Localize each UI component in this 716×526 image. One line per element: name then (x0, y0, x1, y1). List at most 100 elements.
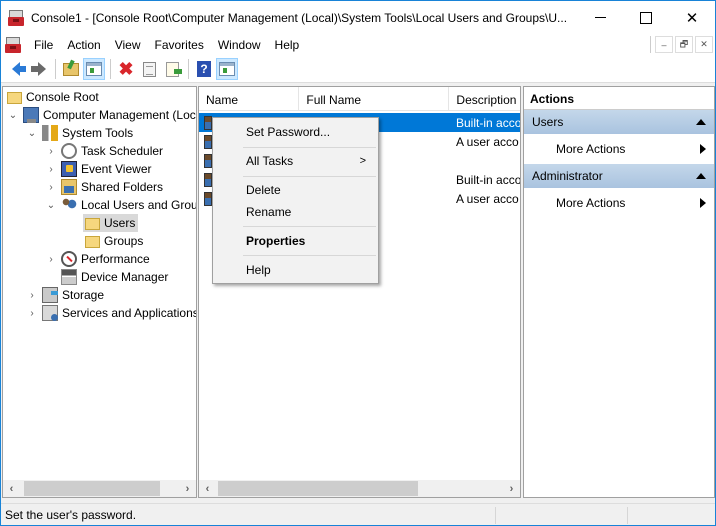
actions-section-administrator[interactable]: Administrator (524, 164, 714, 188)
collapsed-chevron-icon[interactable]: › (45, 182, 57, 193)
tree-item-computer-management[interactable]: ⌄ Computer Management (Local) (7, 106, 197, 124)
menu-separator (243, 255, 376, 256)
mdi-restore-button[interactable]: 🗗 (675, 36, 693, 53)
folder-up-icon (63, 62, 79, 76)
menu-item-label: Delete (246, 183, 281, 197)
action-label: More Actions (556, 196, 626, 210)
tree-item-local-users-and-groups[interactable]: ⌄ Local Users and Groups (45, 196, 196, 214)
show-hide-console-tree-button[interactable] (83, 58, 105, 80)
tree-horizontal-scrollbar[interactable]: ‹ › (3, 480, 196, 497)
forward-button[interactable] (28, 58, 50, 80)
scroll-track[interactable] (216, 481, 503, 496)
computer-icon (23, 107, 39, 123)
show-hide-action-pane-button[interactable] (216, 58, 238, 80)
cell-description: Built-in acco (456, 115, 521, 130)
menu-bar: File Action View Favorites Window Help –… (1, 34, 715, 56)
status-text: Set the user's password. (5, 508, 137, 522)
context-menu-delete[interactable]: Delete (213, 179, 378, 201)
tree-item-storage[interactable]: › Storage (26, 286, 104, 304)
actions-section-users[interactable]: Users (524, 110, 714, 134)
menu-view[interactable]: View (108, 34, 148, 56)
expanded-chevron-icon[interactable]: ⌄ (26, 128, 38, 139)
actions-pane: Actions Users More Actions Administrator… (523, 86, 715, 498)
expanded-chevron-icon[interactable]: ⌄ (7, 110, 19, 121)
tree-item-label: Performance (81, 252, 150, 266)
cell-description: Built-in acco (456, 172, 521, 187)
scroll-track[interactable] (20, 481, 179, 496)
scroll-left-button[interactable]: ‹ (199, 480, 216, 497)
scroll-thumb[interactable] (218, 481, 418, 496)
toolbar: ✖ ? (1, 56, 715, 83)
tree-item-event-viewer[interactable]: › Event Viewer (45, 160, 151, 178)
scroll-thumb[interactable] (24, 481, 160, 496)
column-header-name[interactable]: Name (199, 87, 300, 111)
scroll-left-button[interactable]: ‹ (3, 480, 20, 497)
tree-item-users[interactable]: Users (83, 214, 139, 232)
scroll-right-button[interactable]: › (503, 480, 520, 497)
maximize-button[interactable] (623, 1, 669, 34)
folder-icon (85, 236, 100, 248)
collapsed-chevron-icon[interactable]: › (26, 308, 38, 319)
menu-action[interactable]: Action (60, 34, 107, 56)
context-menu-rename[interactable]: Rename (213, 201, 378, 223)
menu-separator (243, 176, 376, 177)
tree-item-task-scheduler[interactable]: › Task Scheduler (45, 142, 163, 160)
tree-item-label: Device Manager (81, 270, 169, 284)
collapsed-chevron-icon[interactable]: › (26, 290, 38, 301)
menu-item-label: Rename (246, 205, 292, 219)
menu-favorites[interactable]: Favorites (148, 34, 211, 56)
help-icon: ? (197, 61, 211, 77)
mmc-window: Console1 - [Console Root\Computer Manage… (0, 0, 716, 526)
tree-item-console-root[interactable]: Console Root (7, 88, 99, 106)
export-list-button[interactable] (161, 58, 183, 80)
menu-item-label: All Tasks (246, 154, 294, 168)
properties-button[interactable] (138, 58, 160, 80)
collapsed-chevron-icon[interactable]: › (45, 146, 57, 157)
collapsed-chevron-icon[interactable]: › (45, 164, 57, 175)
action-more-actions[interactable]: More Actions (524, 134, 714, 164)
tree-item-groups[interactable]: Groups (85, 232, 143, 250)
mdi-controls: – 🗗 ✕ (650, 36, 713, 53)
back-arrow-icon (12, 62, 26, 76)
delete-button[interactable]: ✖ (115, 58, 137, 80)
column-header-description[interactable]: Description (449, 87, 520, 111)
minimize-button[interactable] (577, 1, 623, 34)
menu-help[interactable]: Help (268, 34, 307, 56)
mdi-close-button[interactable]: ✕ (695, 36, 713, 53)
tree-item-system-tools[interactable]: ⌄ System Tools (26, 124, 133, 142)
close-button[interactable]: ✕ (669, 1, 715, 34)
users-groups-icon (61, 197, 77, 213)
collapse-up-icon[interactable] (696, 173, 706, 179)
submenu-arrow-icon (700, 198, 706, 208)
collapsed-chevron-icon[interactable]: › (45, 254, 57, 265)
column-header-full-name[interactable]: Full Name (299, 87, 450, 111)
menu-window[interactable]: Window (211, 34, 268, 56)
up-one-level-button[interactable] (60, 58, 82, 80)
services-icon (42, 305, 58, 321)
action-more-actions[interactable]: More Actions (524, 188, 714, 218)
context-menu: Set Password... All Tasks > Delete Renam… (212, 117, 379, 284)
help-button[interactable]: ? (193, 58, 215, 80)
scroll-right-button[interactable]: › (179, 480, 196, 497)
mdi-minimize-button[interactable]: – (655, 36, 673, 53)
context-menu-properties[interactable]: Properties (213, 230, 378, 252)
tree-item-device-manager[interactable]: Device Manager (61, 268, 168, 286)
tree-item-label: Task Scheduler (81, 144, 164, 158)
tools-icon (42, 125, 58, 141)
document-icon[interactable] (5, 37, 21, 53)
expanded-chevron-icon[interactable]: ⌄ (45, 200, 57, 211)
list-horizontal-scrollbar[interactable]: ‹ › (199, 480, 520, 497)
tree-item-label: Computer Management (Local) (43, 108, 197, 122)
tree-item-shared-folders[interactable]: › Shared Folders (45, 178, 163, 196)
menu-file[interactable]: File (27, 34, 60, 56)
menu-item-label: Properties (246, 234, 306, 248)
context-menu-set-password[interactable]: Set Password... (213, 121, 378, 143)
tree-item-services-and-applications[interactable]: › Services and Applications (26, 304, 196, 322)
toolbar-separator (188, 59, 189, 79)
actions-section-label: Users (532, 115, 564, 129)
context-menu-all-tasks[interactable]: All Tasks > (213, 150, 378, 172)
back-button[interactable] (5, 58, 27, 80)
collapse-up-icon[interactable] (696, 119, 706, 125)
tree-item-performance[interactable]: › Performance (45, 250, 150, 268)
context-menu-help[interactable]: Help (213, 259, 378, 281)
